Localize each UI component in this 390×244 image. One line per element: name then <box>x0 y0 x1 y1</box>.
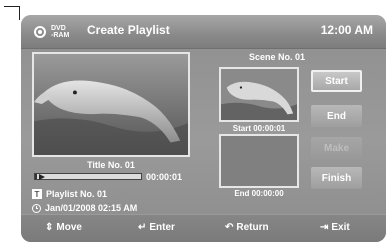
scene-number: Scene No. 01 <box>249 52 306 62</box>
clock-icon <box>32 203 41 213</box>
enter-hint: ↵ Enter <box>138 222 175 233</box>
elapsed-time: 00:00:01 <box>146 172 183 182</box>
recording-date: Jan/01/2008 02:15 AM <box>32 203 137 213</box>
return-label: Return <box>236 222 269 233</box>
dvd-ram-disc-icon <box>34 26 46 38</box>
move-hint: ⇕ Move <box>45 222 82 233</box>
finish-button[interactable]: Finish <box>311 167 362 189</box>
date-time-text: Jan/01/2008 02:15 AM <box>45 203 138 213</box>
disc-badge: DVD -RAM <box>34 22 69 42</box>
scene-start-thumbnail <box>219 67 299 122</box>
playlist-info: T Playlist No. 01 <box>32 189 107 199</box>
clock-display: 12:00 AM <box>320 23 373 37</box>
move-label: Move <box>56 222 82 233</box>
create-playlist-screen: DVD -RAM Create Playlist 12:00 AM Title … <box>21 15 386 242</box>
scene-start-time: Start 00:00:01 <box>232 124 286 133</box>
dolphin-image <box>34 54 188 155</box>
title-number: Title No. 01 <box>87 160 135 170</box>
scene-end-thumbnail <box>219 134 299 188</box>
dolphin-thumbnail <box>221 69 297 120</box>
play-icon <box>39 174 45 180</box>
title-preview-video <box>32 52 190 157</box>
up-down-arrows-icon: ⇕ <box>45 222 54 233</box>
make-button[interactable]: Make <box>311 137 362 159</box>
start-button[interactable]: Start <box>311 70 362 92</box>
disc-type-line1: DVD <box>51 25 66 32</box>
title-tag-icon: T <box>32 189 42 199</box>
end-button[interactable]: End <box>311 105 362 127</box>
title-bar: DVD -RAM Create Playlist 12:00 AM <box>21 15 386 49</box>
page-title: Create Playlist <box>87 23 170 37</box>
exit-door-icon: ⇥ <box>320 222 329 233</box>
return-arrow-icon: ↶ <box>225 222 234 233</box>
footer-hint-bar: ⇕ Move ↵ Enter ↶ Return ⇥ Exit <box>21 214 386 242</box>
disc-type-line2: -RAM <box>51 32 70 39</box>
exit-label: Exit <box>331 222 350 233</box>
exit-hint: ⇥ Exit <box>320 222 350 233</box>
return-hint: ↶ Return <box>225 222 269 233</box>
progress-fill <box>35 174 38 179</box>
enter-label: Enter <box>149 222 175 233</box>
corner-marker <box>4 6 20 20</box>
scene-end-time: End 00:00:00 <box>234 189 284 198</box>
playback-progress-bar[interactable] <box>34 173 142 180</box>
playlist-number: Playlist No. 01 <box>46 189 108 199</box>
enter-icon: ↵ <box>138 222 147 233</box>
